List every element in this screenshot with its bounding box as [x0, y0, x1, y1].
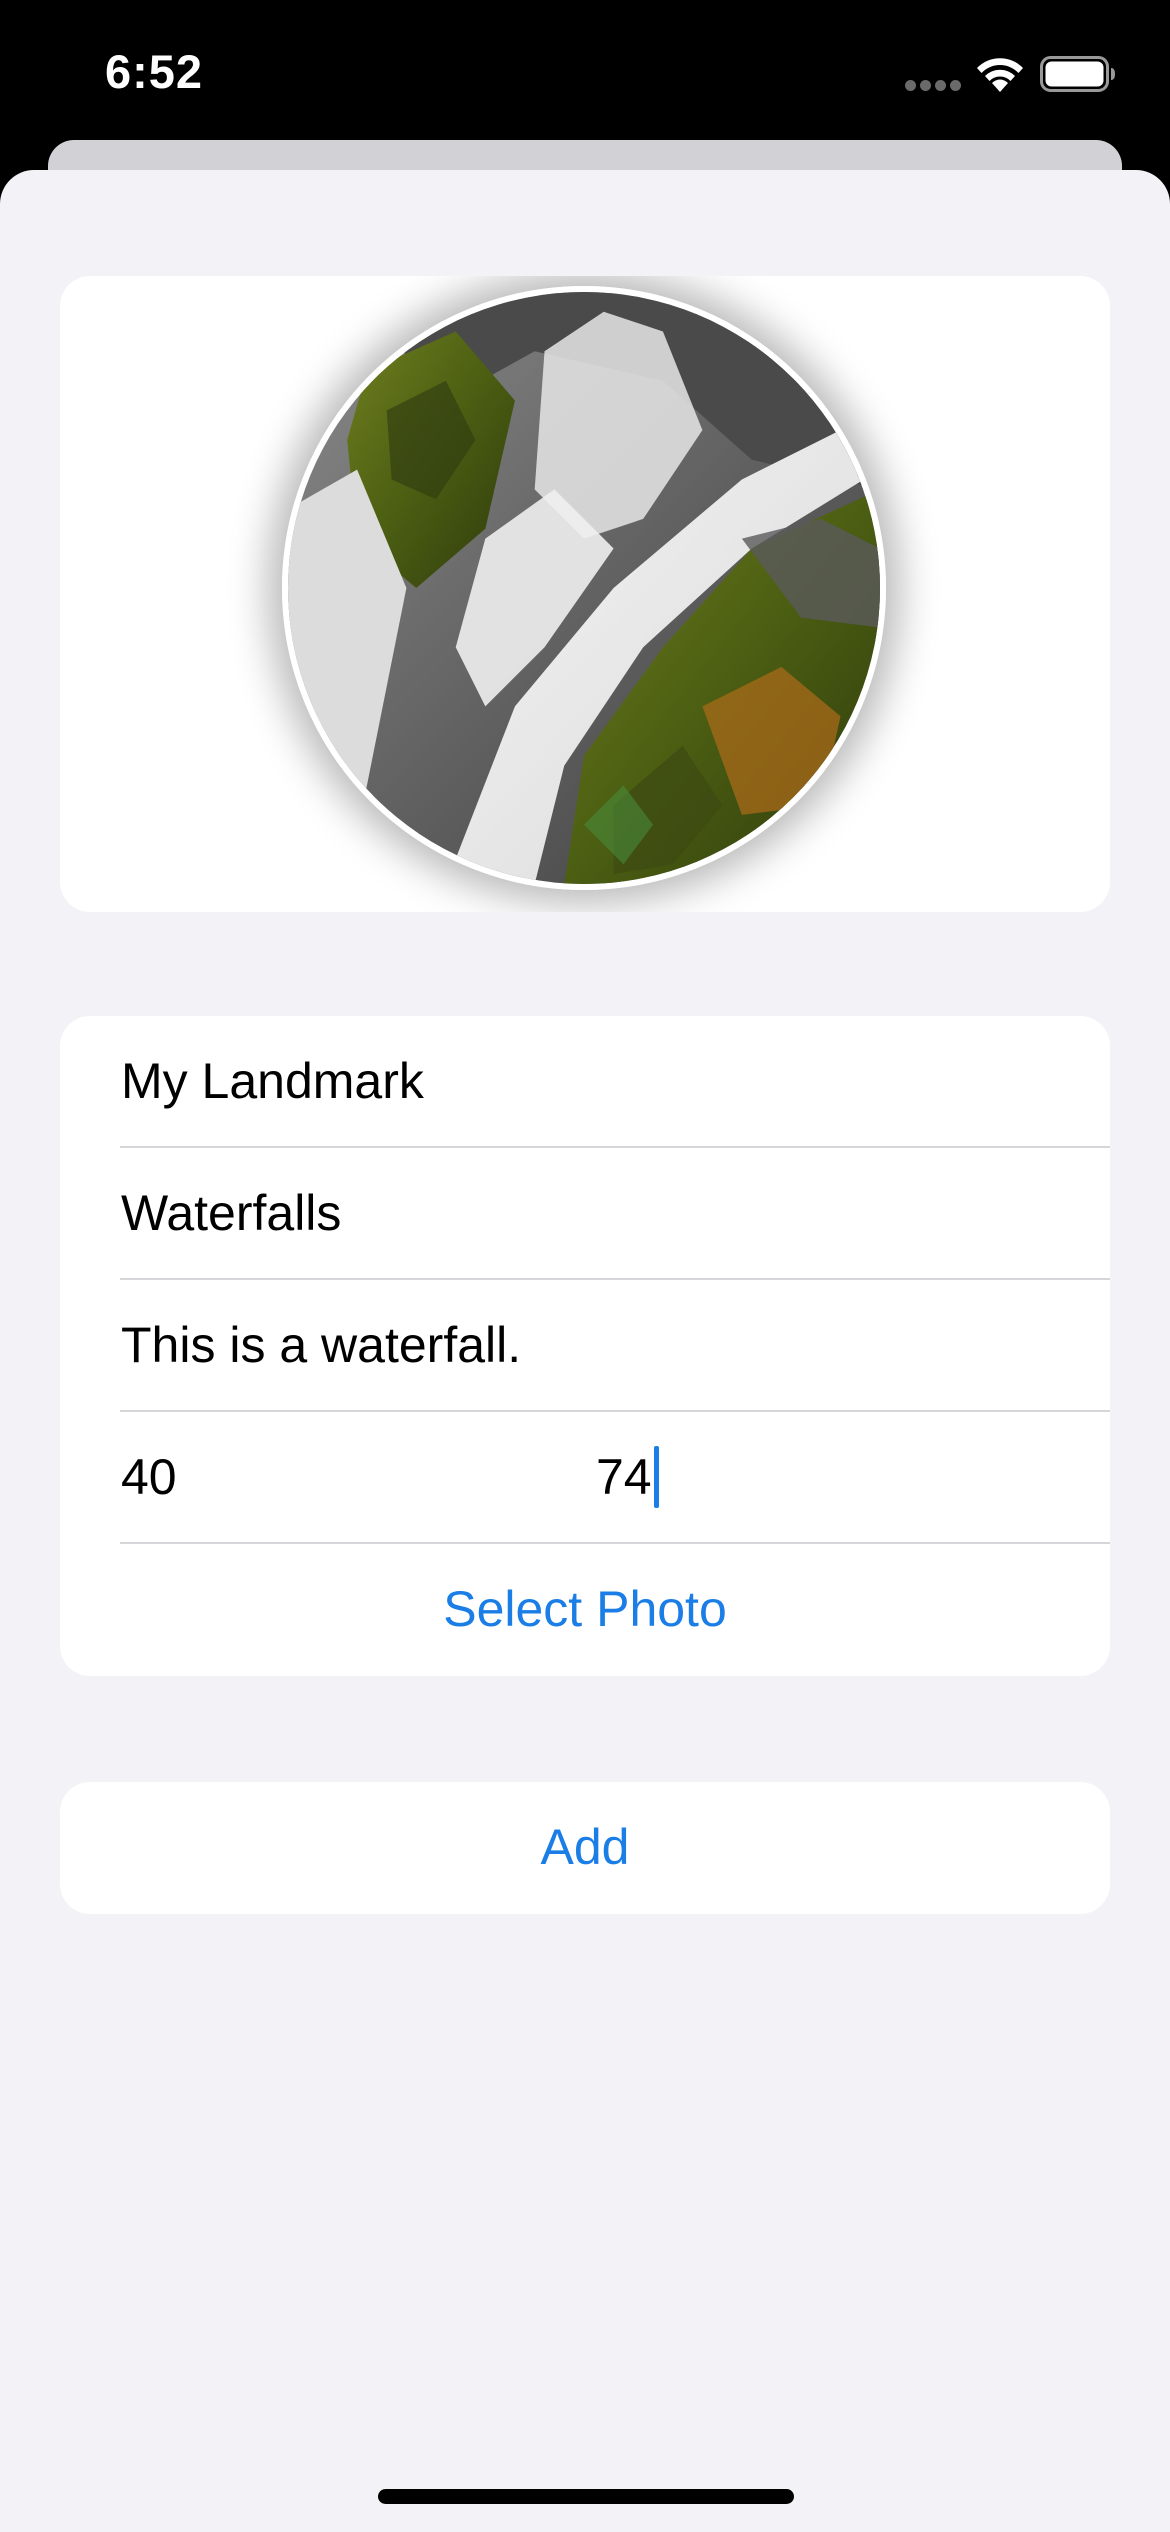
add-button[interactable]: Add [60, 1818, 1110, 1876]
status-bar: 6:52 [0, 0, 1170, 140]
waterfall-photo [288, 292, 880, 884]
coordinates-row: 40 74 [60, 1412, 1110, 1544]
coordinate-right-value: 74 [596, 1449, 652, 1505]
landmark-form: My Landmark Waterfalls This is a waterfa… [60, 1016, 1110, 1676]
screen: 6:52 My Landmark Waterfalls This is a wa… [0, 0, 1170, 2532]
home-indicator [378, 2489, 794, 2504]
cellular-signal-icon [905, 80, 961, 92]
select-photo-row[interactable]: Select Photo [60, 1544, 1110, 1676]
category-field[interactable]: Waterfalls [121, 1184, 341, 1242]
add-landmark-sheet: My Landmark Waterfalls This is a waterfa… [0, 170, 1170, 2532]
text-cursor [653, 1445, 659, 1508]
battery-icon [1040, 56, 1115, 92]
status-time: 6:52 [105, 45, 204, 98]
name-field-row[interactable]: My Landmark [60, 1016, 1110, 1148]
wifi-icon [977, 58, 1023, 92]
description-field[interactable]: This is a waterfall. [121, 1316, 521, 1374]
select-photo-button[interactable]: Select Photo [60, 1580, 1110, 1638]
name-field[interactable]: My Landmark [121, 1052, 424, 1110]
photo-card [60, 276, 1110, 912]
category-field-row[interactable]: Waterfalls [60, 1148, 1110, 1280]
add-card[interactable]: Add [60, 1782, 1110, 1914]
description-field-row[interactable]: This is a waterfall. [60, 1280, 1110, 1412]
coordinate-right-field[interactable]: 74 [596, 1445, 659, 1512]
coordinate-left-field[interactable]: 40 [121, 1448, 177, 1506]
landmark-photo [282, 286, 886, 890]
